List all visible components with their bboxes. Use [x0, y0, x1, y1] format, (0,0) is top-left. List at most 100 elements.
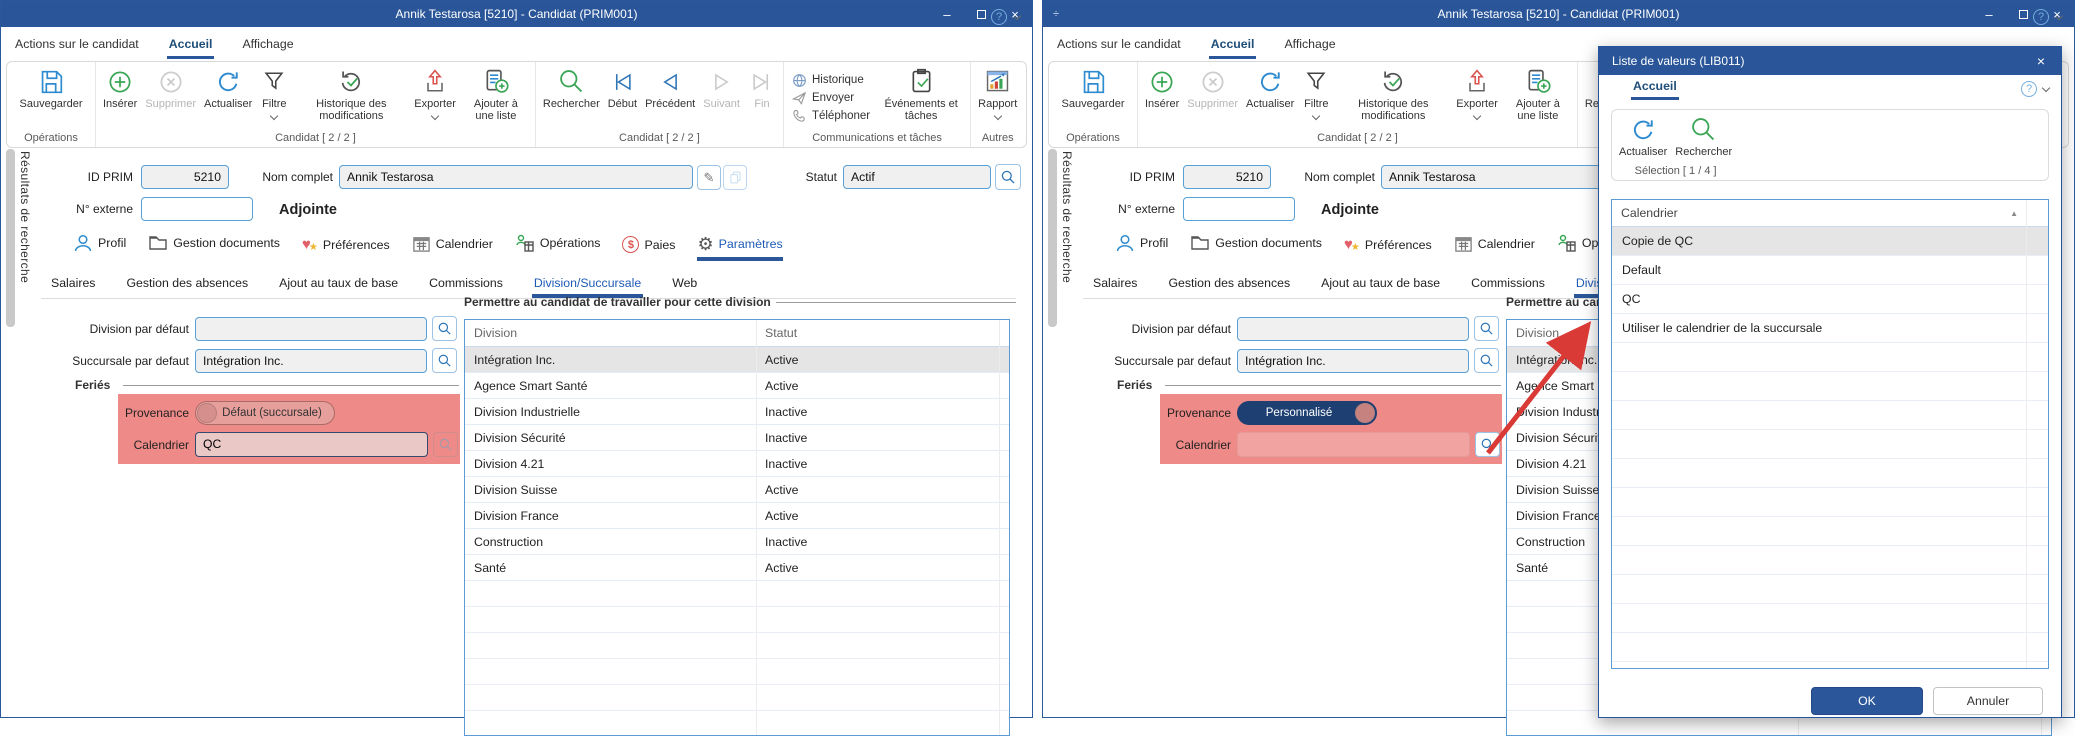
sidebar-results-tab[interactable]: Résultats de recherche	[18, 151, 32, 283]
subtab-taux-base[interactable]: Ajout au taux de base	[277, 272, 400, 298]
dialog-search-button[interactable]: Rechercher	[1671, 112, 1736, 165]
subtab-salaires[interactable]: Salaires	[1091, 272, 1139, 298]
export-button[interactable]: Exporter	[1452, 64, 1502, 132]
delete-button[interactable]: Supprimer	[1183, 64, 1242, 132]
sidebar-scrollbar[interactable]	[1048, 149, 1057, 327]
list-item[interactable]: Copie de QC	[1612, 227, 2048, 256]
table-row[interactable]: Division IndustrielleInactive	[465, 399, 1009, 425]
copy-name-button[interactable]	[723, 165, 747, 190]
first-record-button[interactable]: Début	[604, 64, 641, 132]
subtab-taux-base[interactable]: Ajout au taux de base	[1319, 272, 1442, 298]
table-row[interactable]: Division SécuritéInactive	[465, 425, 1009, 451]
events-tasks-button[interactable]: Événements et tâches	[875, 64, 967, 132]
sort-ascending-icon[interactable]: ▲	[2010, 200, 2018, 227]
dialog-refresh-button[interactable]: Actualiser	[1615, 112, 1671, 165]
subtab-salaires[interactable]: Salaires	[49, 272, 97, 298]
table-row[interactable]: Division SuisseActive	[465, 477, 1009, 503]
table-header[interactable]: DivisionStatut	[465, 320, 1009, 347]
calendrier-lookup-button[interactable]	[1475, 432, 1500, 457]
edit-name-button[interactable]: ✎	[697, 165, 721, 190]
menu-actions-candidat[interactable]: Actions sur le candidat	[1055, 37, 1183, 59]
menu-accueil[interactable]: Accueil	[1209, 37, 1257, 59]
refresh-button[interactable]: Actualiser	[200, 64, 256, 132]
succursale-defaut-field[interactable]: Intégration Inc.	[195, 349, 427, 373]
save-button[interactable]: Sauvegarder	[10, 64, 92, 132]
export-button[interactable]: Exporter	[410, 64, 460, 132]
tab-preferences[interactable]: ♥★Préférences	[1344, 236, 1432, 261]
subtab-absences[interactable]: Gestion des absences	[1166, 272, 1292, 298]
previous-record-button[interactable]: Précédent	[641, 64, 699, 132]
filter-dropdown-icon[interactable]	[270, 112, 278, 120]
tab-profil[interactable]: Profil	[1115, 233, 1168, 261]
division-defaut-field[interactable]	[195, 317, 427, 341]
succursale-lookup-button[interactable]	[432, 348, 457, 373]
menu-actions-candidat[interactable]: Actions sur le candidat	[13, 37, 141, 59]
titlebar[interactable]: Annik Testarosa [5210] - Candidat (PRIM0…	[1, 1, 1032, 27]
close-button[interactable]: ×	[998, 1, 1032, 27]
provenance-toggle[interactable]: Personnalisé	[1237, 401, 1377, 425]
maximize-button[interactable]	[964, 1, 998, 27]
column-division[interactable]: Division	[465, 320, 756, 346]
num-externe-field[interactable]	[1183, 197, 1295, 221]
statut-lookup-button[interactable]	[995, 164, 1021, 190]
next-record-button[interactable]: Suivant	[699, 64, 744, 132]
cancel-button[interactable]: Annuler	[1933, 687, 2043, 715]
menu-affichage[interactable]: Affichage	[240, 37, 295, 59]
report-button[interactable]: Rapport	[974, 64, 1021, 132]
division-defaut-field[interactable]	[1237, 317, 1469, 341]
filter-button[interactable]: Filtre	[1298, 64, 1334, 132]
dialog-chevron-down-icon[interactable]	[2042, 83, 2050, 91]
table-row[interactable]: Agence Smart SantéActive	[465, 373, 1009, 399]
tab-parametres[interactable]: ⚙Paramètres	[697, 235, 782, 261]
report-dropdown-icon[interactable]	[993, 112, 1001, 120]
minimize-button[interactable]: –	[1972, 1, 2006, 27]
filter-button[interactable]: Filtre	[256, 64, 292, 132]
dialog-close-button[interactable]: ×	[2025, 47, 2057, 75]
last-record-button[interactable]: Fin	[744, 64, 780, 132]
provenance-toggle[interactable]: Défaut (succursale)	[195, 401, 335, 425]
dialog-tab-accueil[interactable]: Accueil	[1631, 79, 1679, 100]
history-mods-button[interactable]: Historique des modifications	[1334, 64, 1452, 132]
filter-dropdown-icon[interactable]	[1312, 112, 1320, 120]
table-row[interactable]: Division FranceActive	[465, 503, 1009, 529]
sidebar-scrollbar[interactable]	[6, 149, 15, 327]
export-dropdown-icon[interactable]	[431, 112, 439, 120]
send-button[interactable]: Envoyer	[792, 91, 870, 106]
list-item[interactable]: Utiliser le calendrier de la succursale	[1612, 314, 2048, 343]
phone-button[interactable]: Téléphoner	[792, 109, 870, 124]
subtab-absences[interactable]: Gestion des absences	[124, 272, 250, 298]
export-dropdown-icon[interactable]	[1473, 112, 1481, 120]
list-header-calendrier[interactable]: Calendrier▲	[1612, 200, 2048, 227]
insert-button[interactable]: Insérer	[99, 64, 141, 132]
dialog-titlebar[interactable]: Liste de valeurs (LIB011)	[1599, 47, 2061, 75]
column-statut[interactable]: Statut	[756, 320, 1009, 346]
comm-history-button[interactable]: Historique	[792, 73, 870, 88]
tab-calendrier[interactable]: Calendrier	[1454, 234, 1535, 261]
succursale-defaut-field[interactable]: Intégration Inc.	[1237, 349, 1469, 373]
tab-operations[interactable]: Opérations	[515, 233, 601, 261]
tab-gestion-documents[interactable]: Gestion documents	[1190, 233, 1322, 261]
add-to-list-button[interactable]: Ajouter à une liste	[1502, 64, 1574, 132]
table-row[interactable]: Division 4.21Inactive	[465, 451, 1009, 477]
sidebar-results-tab[interactable]: Résultats de recherche	[1060, 151, 1074, 283]
table-row[interactable]: ConstructionInactive	[465, 529, 1009, 555]
table-row[interactable]: Intégration Inc.Active	[465, 347, 1009, 373]
division-lookup-button[interactable]	[432, 316, 457, 341]
refresh-button[interactable]: Actualiser	[1242, 64, 1298, 132]
list-item[interactable]: Default	[1612, 256, 2048, 285]
tab-profil[interactable]: Profil	[73, 233, 126, 261]
close-button[interactable]: ×	[2040, 1, 2074, 27]
search-button[interactable]: Rechercher	[539, 64, 604, 132]
add-to-list-button[interactable]: Ajouter à une liste	[460, 64, 532, 132]
num-externe-field[interactable]	[141, 197, 253, 221]
delete-button[interactable]: Supprimer	[141, 64, 200, 132]
calendrier-lookup-button[interactable]	[433, 432, 458, 457]
tab-paies[interactable]: $Paies	[622, 236, 675, 261]
titlebar[interactable]: ÷ Annik Testarosa [5210] - Candidat (PRI…	[1043, 1, 2074, 27]
calendrier-field[interactable]: QC	[195, 432, 428, 457]
insert-button[interactable]: Insérer	[1141, 64, 1183, 132]
succursale-lookup-button[interactable]	[1474, 348, 1499, 373]
dialog-help-icon[interactable]: ?	[2021, 81, 2037, 97]
history-mods-button[interactable]: Historique des modifications	[292, 64, 410, 132]
list-item[interactable]: QC	[1612, 285, 2048, 314]
